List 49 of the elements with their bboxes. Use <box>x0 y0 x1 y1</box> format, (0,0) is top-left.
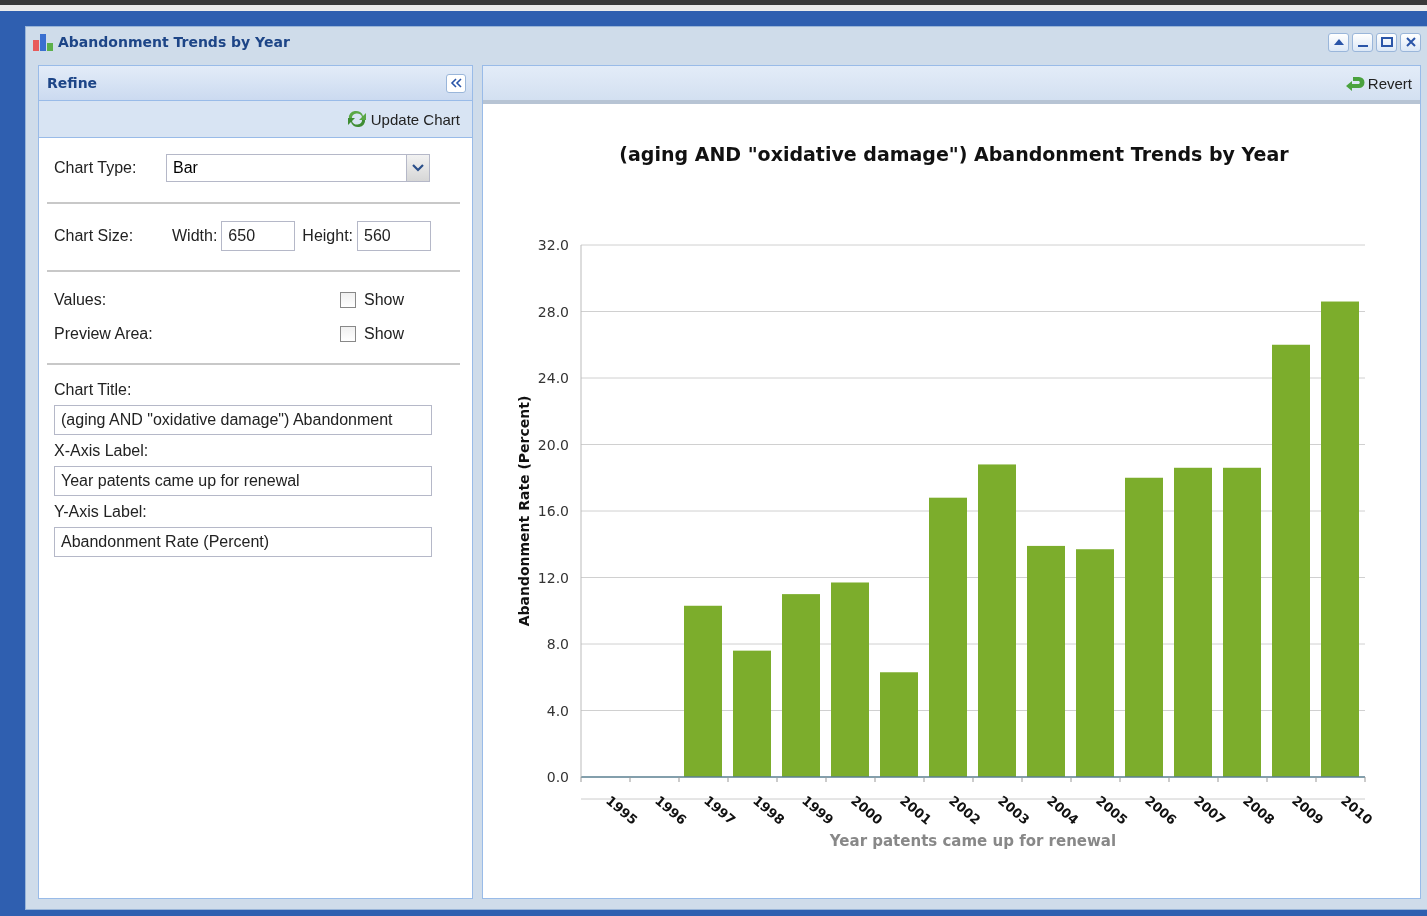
field-label: Values: <box>54 290 108 309</box>
checkbox-label: Show <box>364 290 405 309</box>
panel-title: Refine <box>47 75 98 91</box>
field-label: Chart Type: <box>54 159 138 177</box>
checkbox[interactable] <box>340 291 356 308</box>
y-tick-label: 8.0 <box>546 636 569 652</box>
text-field[interactable]: (aging AND "oxidative damage") Abandonment <box>54 405 432 435</box>
bar-chart-icon <box>32 33 54 51</box>
close-button[interactable] <box>1400 32 1421 52</box>
text-field[interactable]: Year patents came up for renewal <box>54 466 432 496</box>
maximize-button[interactable] <box>1376 32 1397 52</box>
revert-button[interactable]: Revert <box>1342 72 1414 94</box>
checkbox-label: Show <box>364 324 405 343</box>
refresh-icon <box>345 110 368 128</box>
field-label: Chart Size: <box>54 227 135 245</box>
field-label: Width: <box>172 227 218 245</box>
close-icon <box>1404 37 1417 47</box>
minimize-button[interactable] <box>1352 32 1373 52</box>
x-axis-title: Year patents came up for renewal <box>829 832 1117 850</box>
field-label: Height: <box>302 227 354 245</box>
y-tick-label: 4.0 <box>546 702 569 719</box>
y-tick-label: 0.0 <box>546 769 569 785</box>
y-tick-label: 20.0 <box>537 436 569 453</box>
y-tick-label: 24.0 <box>537 370 569 386</box>
checkbox[interactable] <box>340 325 356 342</box>
text-field[interactable]: Abandonment Rate (Percent) <box>54 527 432 557</box>
width-field[interactable]: 650 <box>221 221 296 251</box>
field-label: Y-Axis Label: <box>54 503 148 521</box>
double-chevron-left-icon <box>450 78 462 88</box>
undo-arrow-icon <box>1344 74 1365 92</box>
up-triangle-icon <box>1332 37 1345 47</box>
chevron-down-icon <box>412 164 424 172</box>
update-chart-button[interactable]: Update Chart <box>343 108 462 130</box>
y-tick-label: 12.0 <box>537 569 569 586</box>
collapse-up-button[interactable] <box>1328 32 1349 52</box>
field-label: Chart Title: <box>54 381 133 399</box>
collapse-panel-button[interactable] <box>446 73 466 93</box>
window-title: Abandonment Trends by Year <box>58 34 290 50</box>
chart-title: (aging AND "oxidative damage") Abandonment Trends by Year <box>619 143 1289 165</box>
y-tick-label: 32.0 <box>537 237 569 253</box>
y-tick-label: 28.0 <box>537 303 569 320</box>
field-label: X-Axis Label: <box>54 442 150 460</box>
maximize-icon <box>1380 37 1393 47</box>
field-label: Preview Area: <box>54 324 154 343</box>
y-tick-label: 16.0 <box>537 503 569 519</box>
minimize-icon <box>1357 44 1368 47</box>
height-field[interactable]: 560 <box>357 221 432 251</box>
chart-type-dropdown[interactable]: Bar <box>166 154 430 182</box>
y-axis-title: Abandonment Rate (Percent) <box>516 395 532 627</box>
